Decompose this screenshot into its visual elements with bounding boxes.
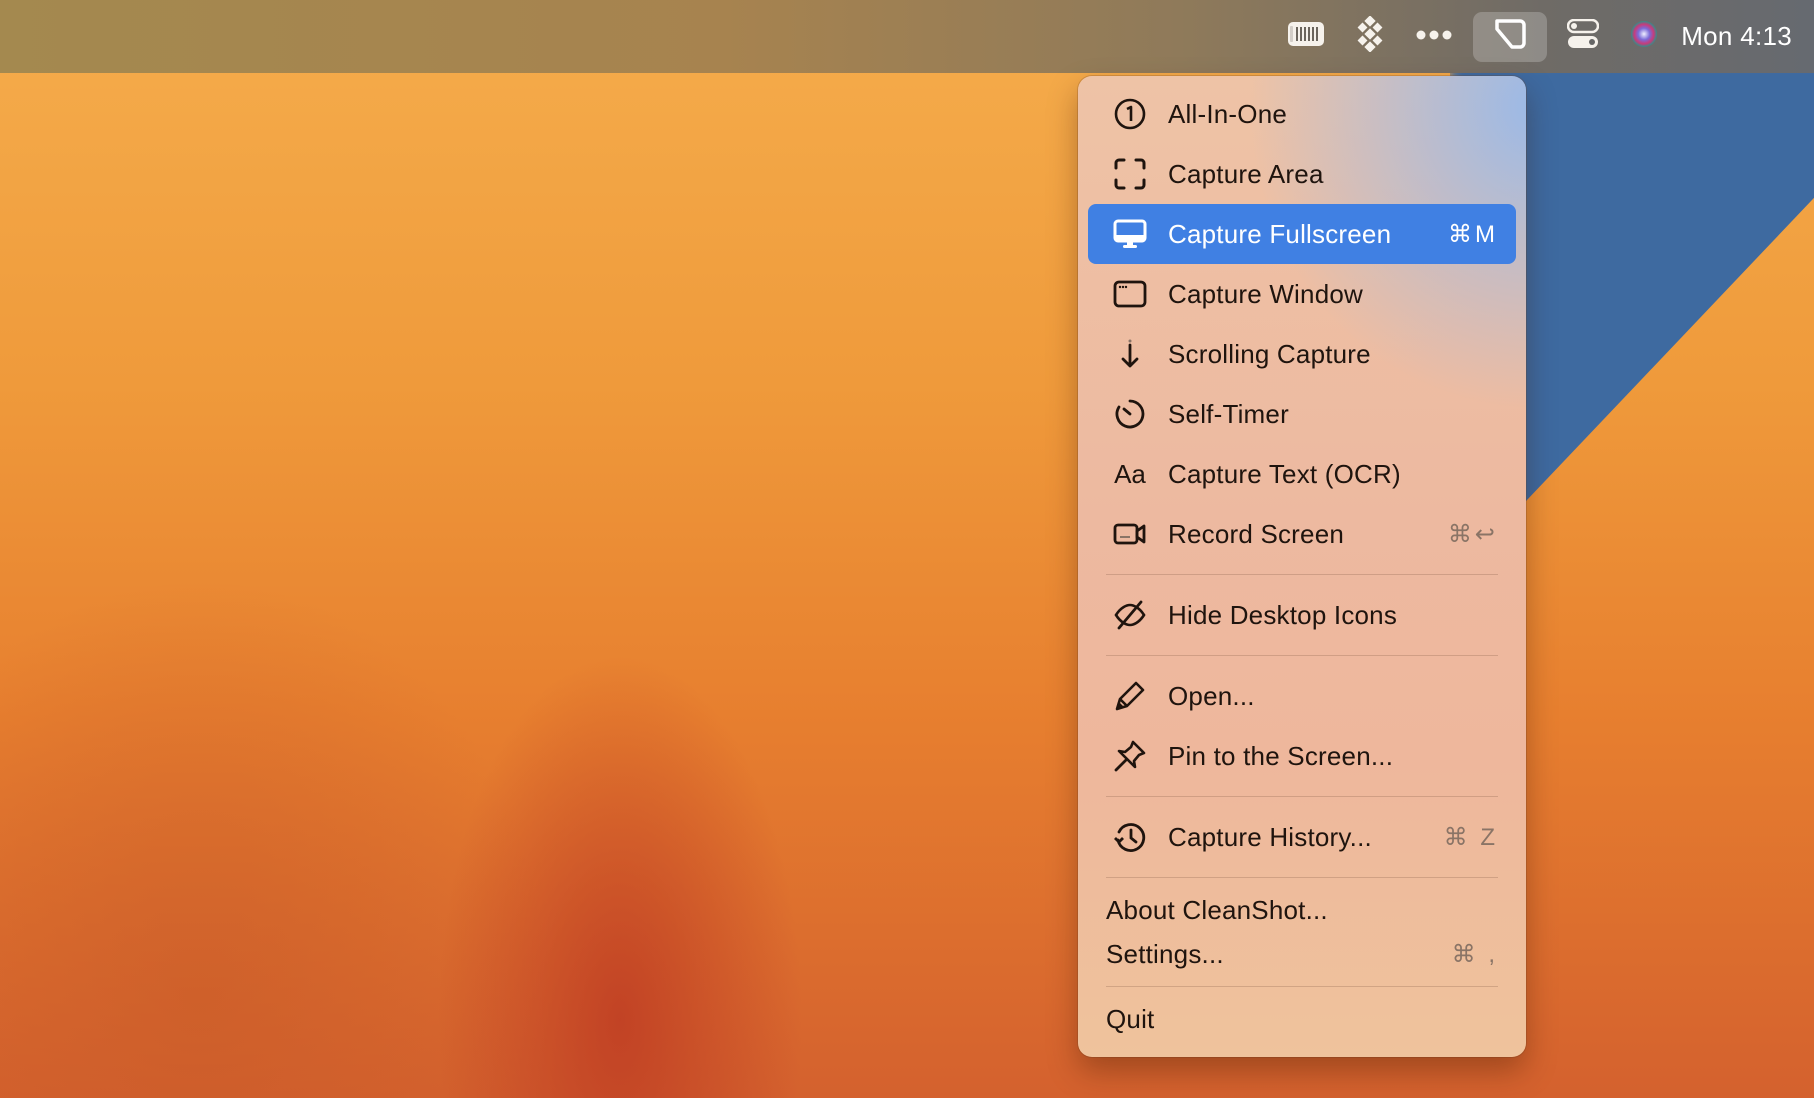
- menu-item-all-in-one[interactable]: All-In-One: [1088, 84, 1516, 144]
- window-icon: [1112, 276, 1148, 312]
- pencil-icon: [1112, 678, 1148, 714]
- menu-item-label: Self-Timer: [1168, 398, 1289, 429]
- menu-item-quit[interactable]: Quit: [1088, 997, 1516, 1041]
- menubar-clock[interactable]: Mon 4:13: [1681, 21, 1792, 52]
- history-icon: [1112, 819, 1148, 855]
- menubar-control-center[interactable]: [1557, 12, 1609, 62]
- menu-item-capture-history[interactable]: Capture History... ⌘ Z: [1088, 807, 1516, 867]
- cleanshot-icon: [1492, 17, 1528, 56]
- menu-item-label: Pin to the Screen...: [1168, 740, 1394, 771]
- menu-item-label: Scrolling Capture: [1168, 338, 1371, 369]
- menu-item-label: Capture History...: [1168, 821, 1372, 852]
- menu-item-open[interactable]: Open...: [1088, 666, 1516, 726]
- menu-item-label: Capture Window: [1168, 278, 1363, 309]
- circled-one-icon: [1112, 96, 1148, 132]
- text-aa-icon: Aa: [1114, 458, 1146, 489]
- menu-item-label: About CleanShot...: [1106, 894, 1328, 925]
- menubar-siri[interactable]: [1619, 12, 1669, 62]
- monitor-icon: [1112, 216, 1148, 252]
- menu-item-label: Hide Desktop Icons: [1168, 599, 1398, 630]
- diamond-grid-icon: [1355, 15, 1385, 57]
- menu-item-pin-to-screen[interactable]: Pin to the Screen...: [1088, 726, 1516, 786]
- eye-slash-icon: [1112, 597, 1148, 633]
- menubar-more[interactable]: [1405, 12, 1463, 62]
- menu-item-settings[interactable]: Settings... ⌘ ,: [1088, 932, 1516, 976]
- menubar-barcode[interactable]: [1277, 12, 1335, 62]
- menu-item-label: Capture Fullscreen: [1168, 218, 1392, 249]
- menu-separator: [1106, 655, 1498, 656]
- menu-item-label: Capture Area: [1168, 158, 1324, 189]
- capture-area-icon: [1112, 156, 1148, 192]
- menu-item-shortcut: ⌘M: [1448, 220, 1498, 248]
- menu-item-capture-window[interactable]: Capture Window: [1088, 264, 1516, 324]
- menubar-diamond-grid[interactable]: [1345, 12, 1395, 62]
- menu-separator: [1106, 574, 1498, 575]
- menu-item-label: Open...: [1168, 680, 1255, 711]
- menu-item-scrolling-capture[interactable]: Scrolling Capture: [1088, 324, 1516, 384]
- menu-separator: [1106, 877, 1498, 878]
- menu-item-label: Quit: [1106, 1003, 1155, 1034]
- menu-item-label: All-In-One: [1168, 98, 1288, 129]
- menu-item-self-timer[interactable]: Self-Timer: [1088, 384, 1516, 444]
- menu-item-capture-area[interactable]: Capture Area: [1088, 144, 1516, 204]
- control-center-icon: [1566, 18, 1600, 54]
- menu-item-shortcut: ⌘ ,: [1451, 940, 1498, 968]
- barcode-icon: [1287, 20, 1325, 53]
- more-dots-icon: [1415, 28, 1453, 46]
- video-camera-icon: [1112, 516, 1148, 552]
- menu-item-shortcut: ⌘↩: [1447, 520, 1498, 548]
- siri-icon: [1629, 19, 1659, 54]
- cleanshot-dropdown-menu: All-In-One Capture Area Capture Fullscre…: [1078, 76, 1526, 1057]
- menu-item-label: Settings...: [1106, 938, 1224, 969]
- arrow-down-icon: [1112, 336, 1148, 372]
- menu-item-shortcut: ⌘ Z: [1443, 823, 1498, 851]
- menubar-cleanshot[interactable]: [1473, 11, 1548, 62]
- menu-item-label: Capture Text (OCR): [1168, 458, 1401, 489]
- menu-separator: [1106, 796, 1498, 797]
- menu-item-record-screen[interactable]: Record Screen ⌘↩: [1088, 504, 1516, 564]
- pin-icon: [1112, 738, 1148, 774]
- timer-icon: [1112, 396, 1148, 432]
- menu-item-hide-desktop-icons[interactable]: Hide Desktop Icons: [1088, 585, 1516, 645]
- menu-item-label: Record Screen: [1168, 518, 1345, 549]
- menu-separator: [1106, 986, 1498, 987]
- menu-item-about[interactable]: About CleanShot...: [1088, 888, 1516, 932]
- menu-item-capture-fullscreen[interactable]: Capture Fullscreen ⌘M: [1088, 204, 1516, 264]
- menu-item-capture-text-ocr[interactable]: Aa Capture Text (OCR): [1088, 444, 1516, 504]
- menu-bar: Mon 4:13: [0, 0, 1814, 73]
